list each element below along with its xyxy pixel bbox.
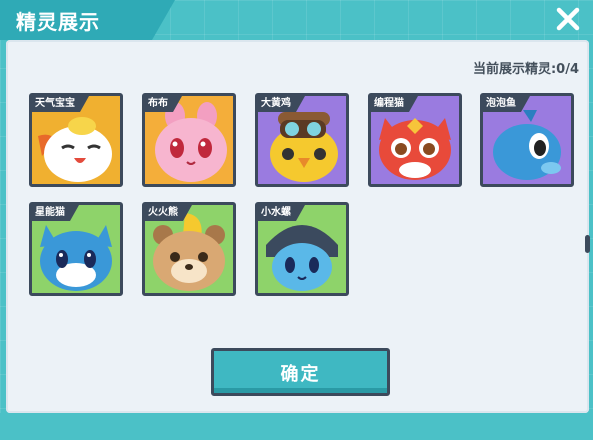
sprite-card-7[interactable]: 火火熊 — [142, 202, 236, 296]
sprite-card-label: 天气宝宝 — [32, 96, 89, 112]
close-button[interactable] — [553, 4, 583, 34]
close-icon — [556, 7, 580, 31]
scrollbar[interactable] — [585, 120, 591, 440]
sprite-card-1[interactable]: 天气宝宝 — [29, 93, 123, 187]
scrollbar-thumb[interactable] — [585, 235, 590, 253]
confirm-button-label: 确定 — [280, 364, 321, 385]
sprite-card-8[interactable]: 小水螺 — [255, 202, 349, 296]
sprite-card-2[interactable]: 布布 — [142, 93, 236, 187]
sprite-card-5[interactable]: 泡泡鱼 — [480, 93, 574, 187]
sprite-card-6[interactable]: 星能猫 — [29, 202, 123, 296]
display-counter: 当前展示精灵:0/4 — [472, 62, 579, 77]
confirm-button[interactable]: 确定 — [211, 348, 390, 396]
sprite-panel: 当前展示精灵:0/4 天气宝宝 布布 大黄鸡 编程猫 泡泡鱼 星能猫 火火熊 小… — [6, 40, 590, 413]
sprite-card-4[interactable]: 编程猫 — [368, 93, 462, 187]
page-title: 精灵展示 — [16, 10, 100, 34]
sprite-card-3[interactable]: 大黄鸡 — [255, 93, 349, 187]
